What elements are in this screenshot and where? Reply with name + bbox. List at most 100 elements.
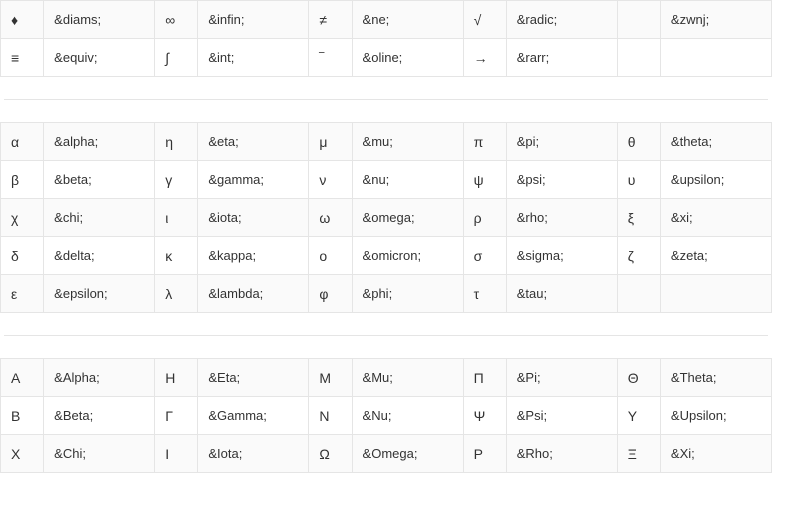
code-cell: &Nu; [352,397,463,435]
symbol-cell: ν [309,161,352,199]
entity-table-greek-lower: α &alpha; η &eta; μ &mu; π &pi; θ &theta… [0,122,772,313]
symbol-cell: χ [1,199,44,237]
code-cell: &int; [198,39,309,77]
symbol-cell [617,275,660,313]
symbol-cell: Ν [309,397,352,435]
symbol-cell: Α [1,359,44,397]
table-row: Χ &Chi; Ι &Iota; Ω &Omega; Ρ &Rho; Ξ &Xi… [1,435,772,473]
code-cell: &Chi; [44,435,155,473]
symbol-cell: θ [617,123,660,161]
symbol-cell: δ [1,237,44,275]
code-cell: &Gamma; [198,397,309,435]
code-cell: &rarr; [506,39,617,77]
symbol-cell: ξ [617,199,660,237]
code-cell: &Upsilon; [660,397,771,435]
code-cell: &Eta; [198,359,309,397]
table-row: Α &Alpha; Η &Eta; Μ &Mu; Π &Pi; Θ &Theta… [1,359,772,397]
symbol-cell: Χ [1,435,44,473]
table-row: ♦ &diams; ∞ &infin; ≠ &ne; √ &radic; &zw… [1,1,772,39]
table-row: ≡ &equiv; ∫ &int; ‾ &oline; → &rarr; [1,39,772,77]
code-cell: &ne; [352,1,463,39]
code-cell: &pi; [506,123,617,161]
symbol-cell [617,39,660,77]
code-cell: &Pi; [506,359,617,397]
symbol-cell: Η [155,359,198,397]
code-cell: &Iota; [198,435,309,473]
code-cell: &alpha; [44,123,155,161]
symbol-cell: η [155,123,198,161]
symbol-cell: φ [309,275,352,313]
symbol-cell: ≠ [309,1,352,39]
code-cell: &gamma; [198,161,309,199]
code-cell: &radic; [506,1,617,39]
symbol-cell: β [1,161,44,199]
page-container: ♦ &diams; ∞ &infin; ≠ &ne; √ &radic; &zw… [0,0,788,473]
symbol-cell: σ [463,237,506,275]
code-cell: &oline; [352,39,463,77]
symbol-cell: ∞ [155,1,198,39]
code-cell: &infin; [198,1,309,39]
symbol-cell: Ρ [463,435,506,473]
symbol-cell: π [463,123,506,161]
table-row: Β &Beta; Γ &Gamma; Ν &Nu; Ψ &Psi; Υ &Ups… [1,397,772,435]
code-cell: &Mu; [352,359,463,397]
code-cell: &delta; [44,237,155,275]
symbol-cell [617,1,660,39]
symbol-cell: Ψ [463,397,506,435]
symbol-cell: Ι [155,435,198,473]
symbol-cell: Γ [155,397,198,435]
code-cell: &equiv; [44,39,155,77]
symbol-cell: ε [1,275,44,313]
code-cell: &theta; [660,123,771,161]
code-cell: &zwnj; [660,1,771,39]
symbol-cell: Π [463,359,506,397]
symbol-cell: → [463,39,506,77]
symbol-cell: α [1,123,44,161]
code-cell: &omicron; [352,237,463,275]
symbol-cell: κ [155,237,198,275]
code-cell: &phi; [352,275,463,313]
code-cell: &iota; [198,199,309,237]
entity-table-symbols: ♦ &diams; ∞ &infin; ≠ &ne; √ &radic; &zw… [0,0,772,77]
code-cell: &kappa; [198,237,309,275]
symbol-cell: ♦ [1,1,44,39]
code-cell: &nu; [352,161,463,199]
code-cell: &Alpha; [44,359,155,397]
symbol-cell: Μ [309,359,352,397]
symbol-cell: υ [617,161,660,199]
code-cell: &Rho; [506,435,617,473]
code-cell: &omega; [352,199,463,237]
entity-table-greek-upper: Α &Alpha; Η &Eta; Μ &Mu; Π &Pi; Θ &Theta… [0,358,772,473]
table-row: δ &delta; κ &kappa; ο &omicron; σ &sigma… [1,237,772,275]
table-row: ε &epsilon; λ &lambda; φ &phi; τ &tau; [1,275,772,313]
code-cell: &mu; [352,123,463,161]
code-cell: &zeta; [660,237,771,275]
code-cell: &psi; [506,161,617,199]
symbol-cell: Ξ [617,435,660,473]
symbol-cell: Ω [309,435,352,473]
symbol-cell: ρ [463,199,506,237]
table-row: χ &chi; ι &iota; ω &omega; ρ &rho; ξ &xi… [1,199,772,237]
code-cell [660,39,771,77]
table-row: α &alpha; η &eta; μ &mu; π &pi; θ &theta… [1,123,772,161]
code-cell: &Xi; [660,435,771,473]
symbol-cell: ο [309,237,352,275]
symbol-cell: ι [155,199,198,237]
code-cell: &eta; [198,123,309,161]
code-cell [660,275,771,313]
code-cell: &upsilon; [660,161,771,199]
symbol-cell: Β [1,397,44,435]
code-cell: &beta; [44,161,155,199]
table-row: β &beta; γ &gamma; ν &nu; ψ &psi; υ &ups… [1,161,772,199]
code-cell: &diams; [44,1,155,39]
code-cell: &Psi; [506,397,617,435]
code-cell: &epsilon; [44,275,155,313]
code-cell: &xi; [660,199,771,237]
symbol-cell: λ [155,275,198,313]
code-cell: &chi; [44,199,155,237]
symbol-cell: ≡ [1,39,44,77]
code-cell: &Omega; [352,435,463,473]
section-divider [4,335,768,336]
symbol-cell: γ [155,161,198,199]
symbol-cell: ‾ [309,39,352,77]
